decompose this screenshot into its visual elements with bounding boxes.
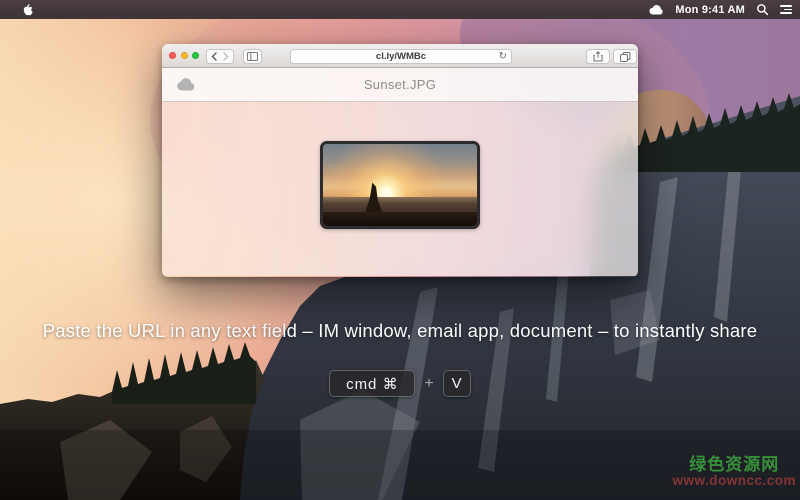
menu-bar: Mon 9:41 AM	[0, 0, 800, 19]
traffic-lights	[169, 52, 199, 59]
forward-icon[interactable]	[223, 52, 229, 61]
spotlight-search-icon[interactable]	[756, 3, 769, 16]
apple-menu-icon[interactable]	[21, 2, 34, 17]
watermark-site-url: www.downcc.com	[672, 472, 796, 488]
browser-toolbar: cl.ly/WMBc ↻	[162, 44, 638, 68]
share-icon	[593, 51, 603, 62]
menu-bar-clock[interactable]: Mon 9:41 AM	[675, 4, 745, 16]
cloudapp-status-icon[interactable]	[649, 4, 664, 15]
url-text: cl.ly/WMBc	[375, 51, 427, 62]
notification-center-icon[interactable]	[780, 5, 792, 14]
refresh-icon[interactable]: ↻	[499, 50, 507, 63]
sidebar-button[interactable]	[243, 49, 262, 64]
plus-sign: +	[424, 374, 434, 392]
tabs-icon	[619, 51, 630, 62]
minimize-button[interactable]	[180, 52, 188, 59]
sidebar-icon	[247, 52, 258, 61]
share-button[interactable]	[586, 49, 610, 64]
safari-window: cl.ly/WMBc ↻ Sunset.JPG	[162, 44, 638, 277]
page-title: Sunset.JPG	[363, 77, 437, 92]
back-icon[interactable]	[211, 52, 217, 61]
cloudapp-page-body	[162, 102, 638, 276]
address-bar[interactable]: cl.ly/WMBc ↻	[290, 49, 512, 64]
nav-buttons	[206, 49, 234, 64]
zoom-button[interactable]	[192, 52, 199, 59]
sunset-sea	[323, 197, 477, 213]
sunset-image[interactable]	[320, 141, 480, 229]
shortcut-keys: cmd ⌘ + V	[0, 370, 800, 397]
desktop: Mon 9:41 AM cl.ly/WMBc ↻ Sunset.JPG Past…	[0, 0, 800, 500]
cmd-keycap: cmd ⌘	[329, 370, 416, 397]
sunset-beach	[323, 212, 477, 226]
show-tabs-button[interactable]	[613, 49, 637, 64]
watermark-site-name: 绿色资源网	[689, 454, 780, 474]
cloudapp-page-header: Sunset.JPG	[162, 68, 638, 102]
share-hint-text: Paste the URL in any text field – IM win…	[42, 320, 758, 341]
watermark: 绿色资源网 www.downcc.com	[672, 456, 796, 488]
close-button[interactable]	[169, 52, 176, 59]
v-keycap: V	[442, 370, 471, 397]
